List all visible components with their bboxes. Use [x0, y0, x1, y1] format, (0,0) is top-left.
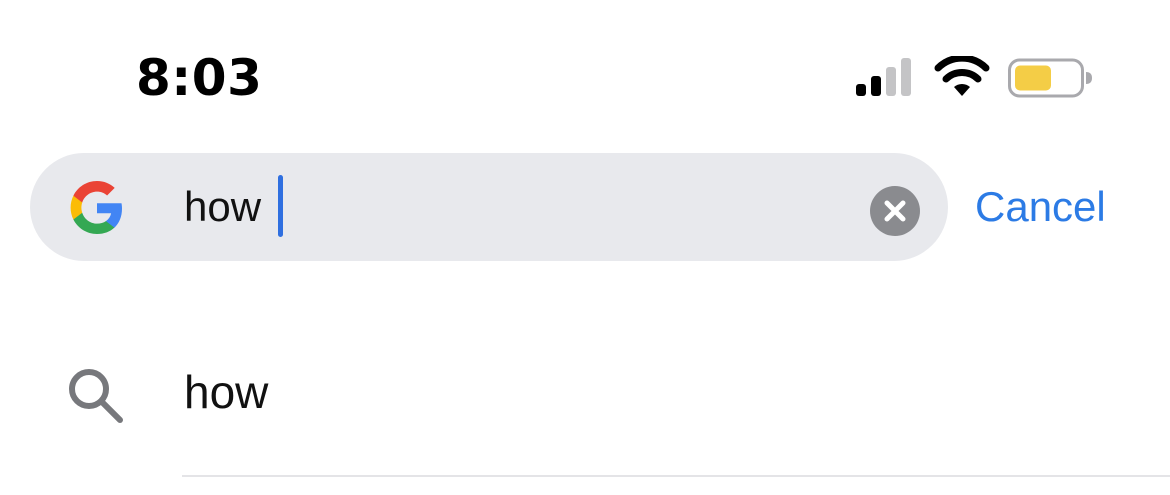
- search-bar[interactable]: how: [30, 153, 948, 261]
- status-bar: 8:03: [0, 0, 1170, 130]
- suggestion-text: how: [184, 366, 269, 418]
- cellular-signal-icon: [856, 58, 911, 96]
- google-logo-icon: [70, 181, 122, 234]
- search-input[interactable]: how: [184, 181, 261, 233]
- text-cursor: [278, 175, 283, 237]
- wifi-icon: [934, 56, 990, 96]
- status-time: 8:03: [136, 49, 263, 107]
- suggestion-item[interactable]: how: [0, 330, 1170, 460]
- clear-button[interactable]: [870, 186, 920, 236]
- search-icon: [69, 369, 123, 423]
- divider: [182, 475, 1170, 477]
- cancel-button[interactable]: Cancel: [975, 180, 1106, 234]
- battery-icon: [1008, 58, 1092, 98]
- clear-icon: [884, 200, 906, 222]
